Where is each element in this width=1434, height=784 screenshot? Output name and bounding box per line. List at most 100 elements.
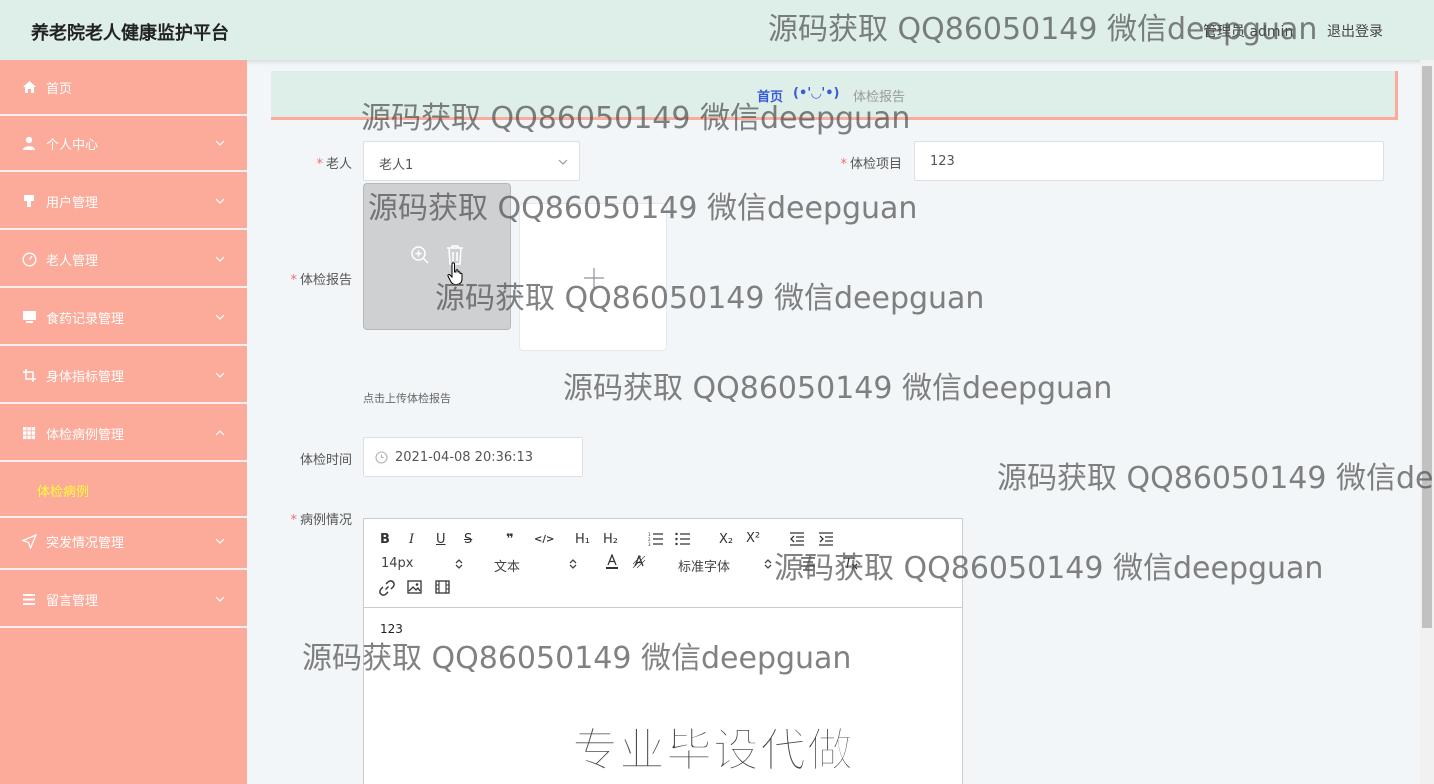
ordered-list-icon[interactable]: 123 <box>648 532 664 546</box>
watermark-text: 源码获取 QQ86050149 微信deepguan <box>435 281 985 316</box>
elder-select-value: 老人1 <box>379 158 414 173</box>
blockquote-button[interactable]: ❞ <box>506 532 514 548</box>
font-size-picker[interactable]: 14px <box>381 556 465 572</box>
exam-item-input[interactable]: 123 <box>914 141 1384 181</box>
watermark-text: 源码获取 QQ86050149 微信deepguan <box>563 371 1113 406</box>
page-scrollbar-thumb[interactable] <box>1422 66 1432 628</box>
chevron-down-icon <box>215 198 225 204</box>
sidebar-item-home[interactable]: 首页 <box>0 60 247 116</box>
breadcrumb-separator: (•'◡'•) <box>793 86 840 101</box>
sidebar-item-label: 个人中心 <box>46 137 99 153</box>
subscript-button[interactable]: X₂ <box>719 532 733 548</box>
watermark-text: 源码获取 QQ86050149 微信dee <box>997 461 1434 496</box>
sidebar-item-food-medicine[interactable]: 食药记录管理 <box>0 290 247 346</box>
top-header: 养老院老人健康监护平台 管理员 admin 退出登录 <box>0 0 1434 60</box>
sidebar-item-label: 身体指标管理 <box>46 369 125 385</box>
chevron-up-icon <box>215 430 225 436</box>
exam-report-label: * 体检报告 <box>290 273 352 288</box>
picker-arrows-icon <box>764 559 772 569</box>
sidebar-item-elders[interactable]: 老人管理 <box>0 232 247 288</box>
logout-button[interactable]: 退出登录 <box>1327 21 1383 41</box>
font-size-value: 14px <box>381 556 414 571</box>
upload-hint: 点击上传体检报告 <box>363 392 451 405</box>
chevron-down-icon <box>215 140 225 146</box>
sidebar: 首页 个人中心 用户管理 老人管理 食药记录管理 身体指标管理 体检病例管理 体… <box>0 60 247 784</box>
picker-arrows-icon <box>455 559 463 569</box>
grid-icon <box>21 425 37 441</box>
paragraph-format-value: 文本 <box>494 560 521 575</box>
svg-text:3: 3 <box>648 542 651 546</box>
plus-icon <box>584 268 604 288</box>
italic-button[interactable]: I <box>409 532 414 548</box>
sidebar-subitem-exam-case[interactable]: 体检病例 <box>0 462 247 518</box>
app-title: 养老院老人健康监护平台 <box>31 23 229 44</box>
font-color-icon[interactable] <box>605 554 619 570</box>
clear-format-icon[interactable] <box>842 556 858 570</box>
sidebar-item-label: 体检病例管理 <box>46 427 125 443</box>
paragraph-format-picker[interactable]: 文本 <box>494 556 580 575</box>
sidebar-item-label: 用户管理 <box>46 195 99 211</box>
picker-arrows-icon <box>569 559 577 569</box>
elder-label: * 老人 <box>316 157 352 172</box>
header2-button[interactable]: H₂ <box>603 532 618 548</box>
outdent-icon[interactable] <box>789 532 805 546</box>
background-color-icon[interactable] <box>632 555 646 569</box>
sidebar-item-exam-cases[interactable]: 体检病例管理 <box>0 406 247 462</box>
code-block-button[interactable]: </> <box>534 532 554 548</box>
sidebar-item-label: 首页 <box>46 81 73 97</box>
sidebar-subitem-label: 体检病例 <box>37 485 90 500</box>
rich-text-editor[interactable]: B I U S ❞ </> H₁ H₂ 123 X₂ X² 14px 文本 标准… <box>363 518 963 784</box>
indent-icon[interactable] <box>818 532 834 546</box>
bold-button[interactable]: B <box>380 532 390 548</box>
chevron-down-icon <box>215 256 225 262</box>
header1-button[interactable]: H₁ <box>575 532 590 548</box>
exam-item-value: 123 <box>930 154 955 169</box>
underline-button[interactable]: U <box>436 532 446 548</box>
sidebar-item-body-metrics[interactable]: 身体指标管理 <box>0 348 247 404</box>
chevron-down-icon <box>215 538 225 544</box>
chevron-down-icon <box>558 159 568 165</box>
align-icon[interactable] <box>800 557 816 571</box>
sidebar-item-label: 突发情况管理 <box>46 535 125 551</box>
font-family-picker[interactable]: 标准字体 <box>678 556 774 575</box>
uploaded-report-thumbnail <box>363 183 511 330</box>
sidebar-item-label: 留言管理 <box>46 593 99 609</box>
editor-toolbar: B I U S ❞ </> H₁ H₂ 123 X₂ X² 14px 文本 标准… <box>364 519 962 608</box>
sidebar-item-emergencies[interactable]: 突发情况管理 <box>0 514 247 570</box>
superscript-button[interactable]: X² <box>746 531 760 547</box>
upload-add-button[interactable] <box>519 203 667 351</box>
monitor-icon <box>21 309 37 325</box>
breadcrumb-current: 体检报告 <box>853 90 906 105</box>
chevron-down-icon <box>215 596 225 602</box>
bullet-list-icon[interactable] <box>675 532 691 546</box>
crop-icon <box>21 367 37 383</box>
sidebar-item-messages[interactable]: 留言管理 <box>0 572 247 628</box>
user-icon <box>21 135 37 151</box>
sidebar-item-users[interactable]: 用户管理 <box>0 174 247 230</box>
sidebar-item-profile[interactable]: 个人中心 <box>0 116 247 172</box>
sidebar-item-label: 老人管理 <box>46 253 99 269</box>
clock-icon <box>375 451 388 464</box>
strike-button[interactable]: S <box>464 532 472 548</box>
image-icon[interactable] <box>407 580 422 594</box>
exam-item-label: * 体检项目 <box>840 157 902 172</box>
link-icon[interactable] <box>379 580 395 596</box>
current-user-label: 管理员 admin <box>1203 24 1294 40</box>
video-icon[interactable] <box>435 580 450 594</box>
case-info-label: * 病例情况 <box>290 513 352 528</box>
exam-time-label: 体检时间 <box>299 453 352 468</box>
breadcrumb-home-link[interactable]: 首页 <box>757 86 783 105</box>
home-icon <box>21 79 37 95</box>
gauge-icon <box>21 251 37 267</box>
users-icon <box>21 193 37 209</box>
font-family-value: 标准字体 <box>678 560 731 575</box>
chevron-down-icon <box>215 372 225 378</box>
exam-time-picker[interactable]: 2021-04-08 20:36:13 <box>363 437 583 477</box>
editor-content[interactable]: 123 <box>380 622 403 636</box>
zoom-in-icon[interactable] <box>410 245 430 265</box>
send-icon <box>21 533 37 549</box>
breadcrumb: 首页 (•'◡'•) 体检报告 <box>271 71 1398 120</box>
elder-select[interactable]: 老人1 <box>363 141 580 181</box>
exam-time-value: 2021-04-08 20:36:13 <box>395 450 534 465</box>
sidebar-item-label: 食药记录管理 <box>46 311 125 327</box>
